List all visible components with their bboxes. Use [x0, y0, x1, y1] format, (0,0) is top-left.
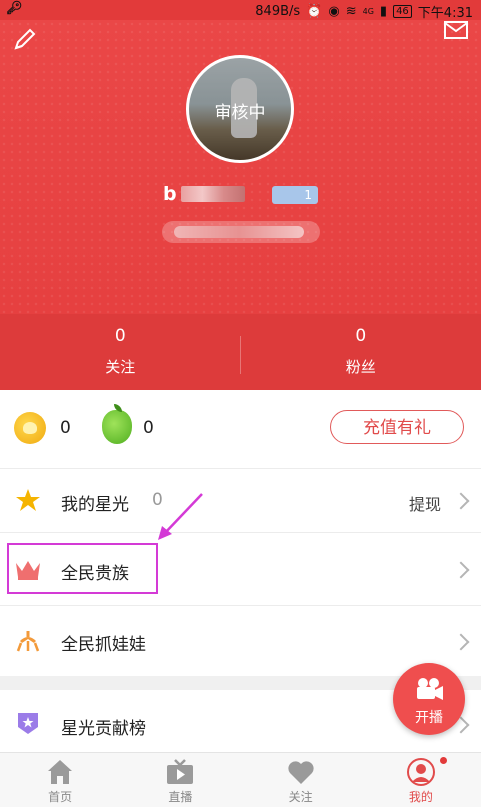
annotation-arrow — [150, 492, 210, 542]
edit-icon[interactable] — [12, 28, 40, 52]
username: b — [163, 183, 245, 205]
menu-item-starlight[interactable]: 我的星光 0 提现 — [0, 469, 481, 533]
menu-item-label: 星光贡献榜 — [61, 714, 146, 739]
network-type: 4G — [363, 7, 374, 16]
tab-follow[interactable]: 关注 — [241, 753, 361, 807]
eye-icon: ◉ — [328, 4, 339, 19]
tab-label: 首页 — [0, 788, 120, 805]
chevron-right-icon — [453, 493, 470, 510]
tab-live[interactable]: 直播 — [120, 753, 240, 807]
menu-item-claw-machine[interactable]: 全民抓娃娃 — [0, 606, 481, 677]
tab-label: 关注 — [241, 788, 361, 805]
network-speed: 849B/s — [255, 4, 300, 19]
home-icon — [45, 757, 75, 787]
wallet-row: 0 0 充值有礼 — [0, 390, 481, 469]
following-label: 关注 — [0, 356, 241, 377]
tv-icon — [165, 757, 195, 787]
chevron-right-icon — [453, 634, 470, 651]
chevron-right-icon — [453, 562, 470, 579]
tab-home[interactable]: 首页 — [0, 753, 120, 807]
username-blurred — [181, 186, 245, 202]
annotation-highlight-box — [7, 543, 158, 594]
bean-icon — [102, 410, 132, 444]
menu-item-label: 我的星光 — [61, 490, 129, 515]
notification-dot — [440, 757, 447, 764]
video-camera-icon — [413, 677, 445, 701]
level-value: 1 — [304, 188, 312, 202]
status-bar: 🔑︎ 849B/s ⏰ ◉ ≋ 4G ▮ 46 下午4:31 — [0, 0, 481, 20]
recharge-button[interactable]: 充值有礼 — [330, 410, 464, 444]
claw-icon — [14, 629, 42, 653]
star-icon — [14, 488, 42, 512]
battery-indicator: 46 — [393, 5, 412, 18]
fans-label: 粉丝 — [241, 356, 481, 377]
signal-icon: ▮ — [380, 4, 387, 19]
fans-count: 0 — [241, 326, 481, 346]
mail-icon[interactable] — [442, 20, 470, 40]
stats-divider — [240, 336, 241, 374]
profile-icon — [406, 757, 436, 787]
avatar[interactable]: 审核中 — [186, 55, 294, 163]
clock: 下午4:31 — [418, 2, 473, 21]
withdraw-link[interactable]: 提现 — [409, 491, 441, 515]
bottom-tab-bar: 首页 直播 关注 我的 — [0, 752, 481, 807]
menu-item-label: 全民抓娃娃 — [61, 630, 146, 655]
stat-fans[interactable]: 0 粉丝 — [241, 314, 481, 390]
bean-balance: 0 — [143, 418, 154, 438]
wifi-icon: ≋ — [346, 4, 357, 19]
level-badge: 1 — [272, 186, 318, 204]
heart-icon — [286, 757, 316, 787]
go-live-label: 开播 — [393, 707, 465, 727]
alarm-icon: ⏰ — [306, 4, 322, 19]
user-id-bar — [162, 221, 320, 243]
tab-label: 直播 — [120, 788, 240, 805]
key-icon: 🔑︎ — [6, 1, 23, 16]
user-id-blurred — [174, 226, 304, 238]
avatar-review-status: 审核中 — [189, 98, 291, 123]
following-count: 0 — [0, 326, 241, 346]
tab-label: 我的 — [361, 788, 481, 805]
stat-following[interactable]: 0 关注 — [0, 314, 241, 390]
tab-mine[interactable]: 我的 — [361, 753, 481, 807]
coin-balance: 0 — [60, 418, 71, 438]
username-text: b — [163, 183, 177, 205]
go-live-button[interactable]: 开播 — [393, 663, 465, 735]
rank-badge-icon — [14, 711, 42, 735]
coin-icon — [14, 412, 46, 444]
